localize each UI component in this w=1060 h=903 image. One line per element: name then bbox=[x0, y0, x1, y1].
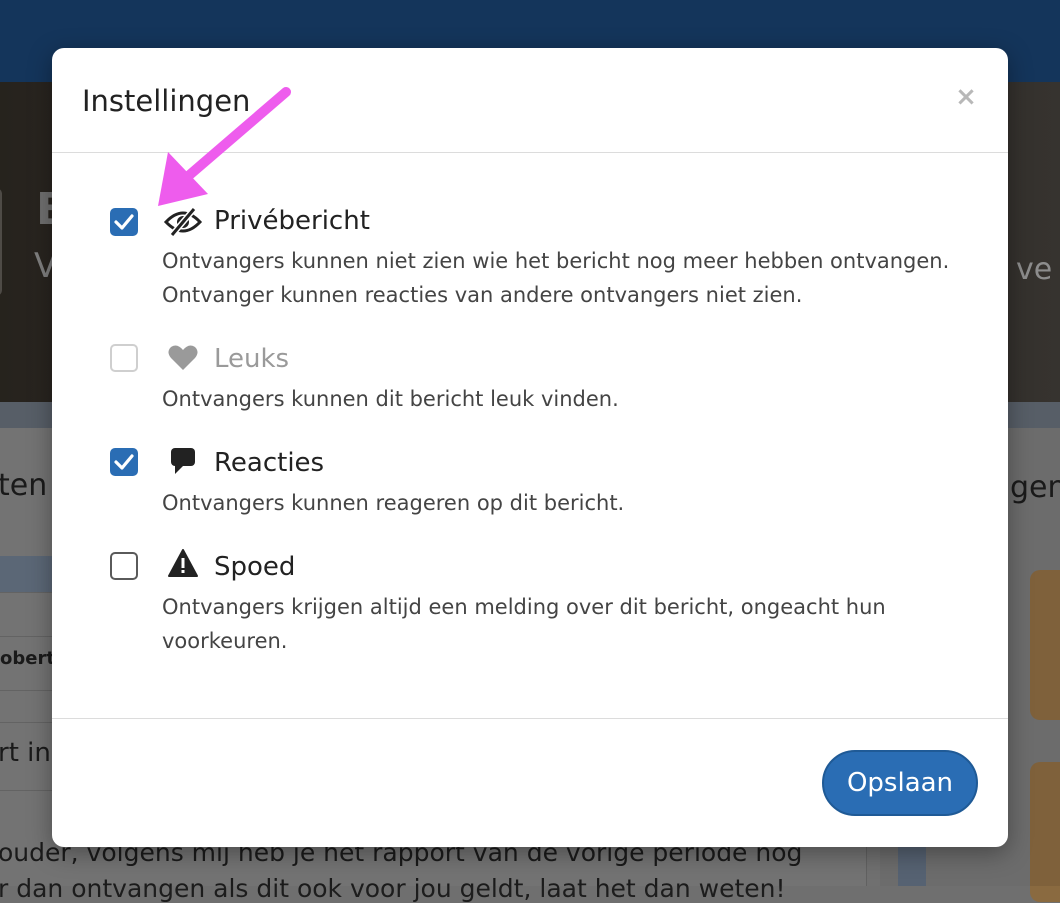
leuks-label: Leuks bbox=[214, 344, 290, 374]
eye-slash-icon bbox=[163, 206, 204, 238]
leuks-checkbox[interactable] bbox=[110, 344, 138, 372]
settings-modal: Instellingen × Privébericht Ontvangers k… bbox=[52, 48, 1008, 847]
privebericht-label: Privébericht bbox=[214, 206, 370, 236]
modal-title: Instellingen bbox=[82, 84, 251, 118]
save-button[interactable]: Opslaan bbox=[822, 750, 978, 816]
spoed-description: Ontvangers krijgen altijd een melding ov… bbox=[162, 595, 886, 653]
reacties-description: Ontvangers kunnen reageren op dit berich… bbox=[162, 491, 625, 515]
modal-header: Instellingen × bbox=[52, 48, 1008, 153]
warning-icon bbox=[164, 548, 204, 580]
heart-icon bbox=[164, 342, 204, 374]
close-button[interactable]: × bbox=[950, 80, 982, 114]
privebericht-description: Ontvangers kunnen niet zien wie het beri… bbox=[162, 249, 950, 307]
leuks-description: Ontvangers kunnen dit bericht leuk vinde… bbox=[162, 387, 619, 411]
spoed-label: Spoed bbox=[214, 552, 296, 582]
spoed-checkbox[interactable] bbox=[110, 552, 138, 580]
reacties-label: Reacties bbox=[214, 448, 325, 478]
comment-icon bbox=[164, 446, 204, 478]
modal-footer-divider bbox=[52, 718, 1008, 719]
privebericht-checkbox[interactable] bbox=[110, 208, 138, 236]
checkmark-icon bbox=[114, 454, 134, 470]
checkmark-icon bbox=[114, 214, 134, 230]
reacties-checkbox[interactable] bbox=[110, 448, 138, 476]
